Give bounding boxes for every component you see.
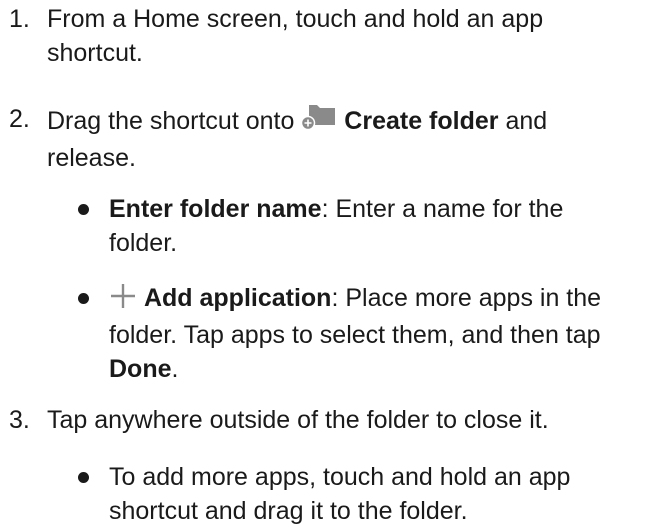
bullet-text: Enter folder name: Enter a name for the … [109,192,646,260]
bullet-rest: : Enter a name for the [321,195,564,223]
bullet-line: Done. [109,352,646,386]
bullet-rest: : Place more apps in the [331,284,602,312]
done-label: Done [109,355,172,383]
step-number: 1. [9,5,30,33]
bullet-line: shortcut and drag it to the folder. [109,497,468,525]
bullet-line: folder. [109,229,178,257]
step-line: release. [47,144,136,172]
add-application-label: Add application [143,284,332,312]
bullet-icon [78,472,89,483]
bullet-text: To add more apps, touch and hold an app … [109,460,646,528]
step-text-pre: Drag the shortcut onto [47,107,295,135]
step-line: Tap anywhere outside of the folder to cl… [47,406,549,434]
step-number: 3. [9,406,30,434]
plus-icon [109,283,137,318]
step-text: From a Home screen, touch and hold an ap… [47,2,646,70]
bullet-line: folder. Tap apps to select them, and the… [109,321,601,349]
step-line: shortcut. [47,39,143,67]
enter-folder-name-label: Enter folder name [109,195,322,223]
bullet-icon [78,293,89,304]
step-text: Drag the shortcut onto Create folder and… [47,102,646,175]
bullet-rest: . [171,355,179,383]
bullet-line: To add more apps, touch and hold an app [109,463,571,491]
step-line: Drag the shortcut onto Create folder and [47,102,646,141]
bullet-text: Add application: Place more apps in the … [109,281,646,386]
step-number: 2. [9,105,30,133]
bullet-icon [78,204,89,215]
bullet-line: Add application: Place more apps in the [109,281,646,318]
instructions-document: 1. From a Home screen, touch and hold an… [0,0,652,529]
bullet-line: Enter folder name: Enter a name for the [109,192,646,226]
step-text-post: and [505,107,548,135]
create-folder-label: Create folder [344,107,499,135]
folder-add-icon [301,102,337,141]
step-line: From a Home screen, touch and hold an ap… [47,5,544,33]
step-text: Tap anywhere outside of the folder to cl… [47,403,646,437]
